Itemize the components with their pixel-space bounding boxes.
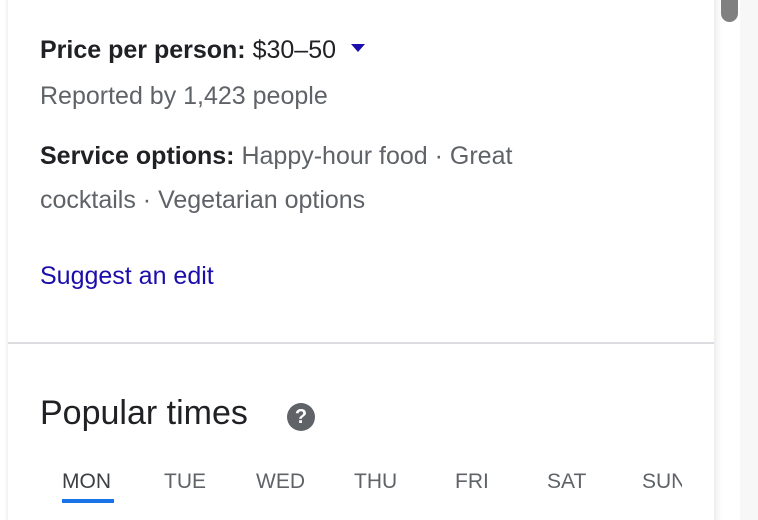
section-divider (8, 342, 714, 344)
place-details-panel (8, 0, 714, 520)
reported-by-text: Reported by 1,423 people (40, 82, 328, 110)
price-label: Price per person: (40, 36, 246, 64)
service-options-label: Service options: (40, 142, 235, 170)
caret-down-icon[interactable] (350, 44, 365, 53)
service-options-values-line1: Happy-hour food · Great (241, 142, 513, 170)
selected-tab-indicator (62, 499, 114, 503)
price-per-person-row[interactable]: Price per person: $30–50 (40, 36, 365, 65)
popular-times-title: Popular times (40, 394, 248, 432)
tab-tue[interactable]: TUE (164, 470, 206, 494)
tab-mon[interactable]: MON (62, 470, 111, 494)
service-options-values-line2: cocktails · Vegetarian options (40, 186, 366, 214)
scrollbar-track[interactable] (740, 0, 758, 520)
day-tabs: MON TUE WED THU FRI SAT SUN (40, 468, 682, 520)
tab-fri[interactable]: FRI (455, 470, 489, 494)
question-circle-icon[interactable]: ? (287, 403, 315, 431)
tab-wed[interactable]: WED (256, 470, 305, 494)
tab-thu[interactable]: THU (354, 470, 397, 494)
price-value[interactable]: $30–50 (253, 36, 336, 64)
service-options-row: Service options: Happy-hour food · Great (40, 142, 512, 171)
tab-sat[interactable]: SAT (547, 470, 586, 494)
tab-sun[interactable]: SUN (642, 470, 682, 494)
suggest-edit-link[interactable]: Suggest an edit (40, 262, 214, 291)
left-panel-edge (0, 0, 8, 520)
scrollbar-thumb[interactable] (721, 0, 738, 22)
